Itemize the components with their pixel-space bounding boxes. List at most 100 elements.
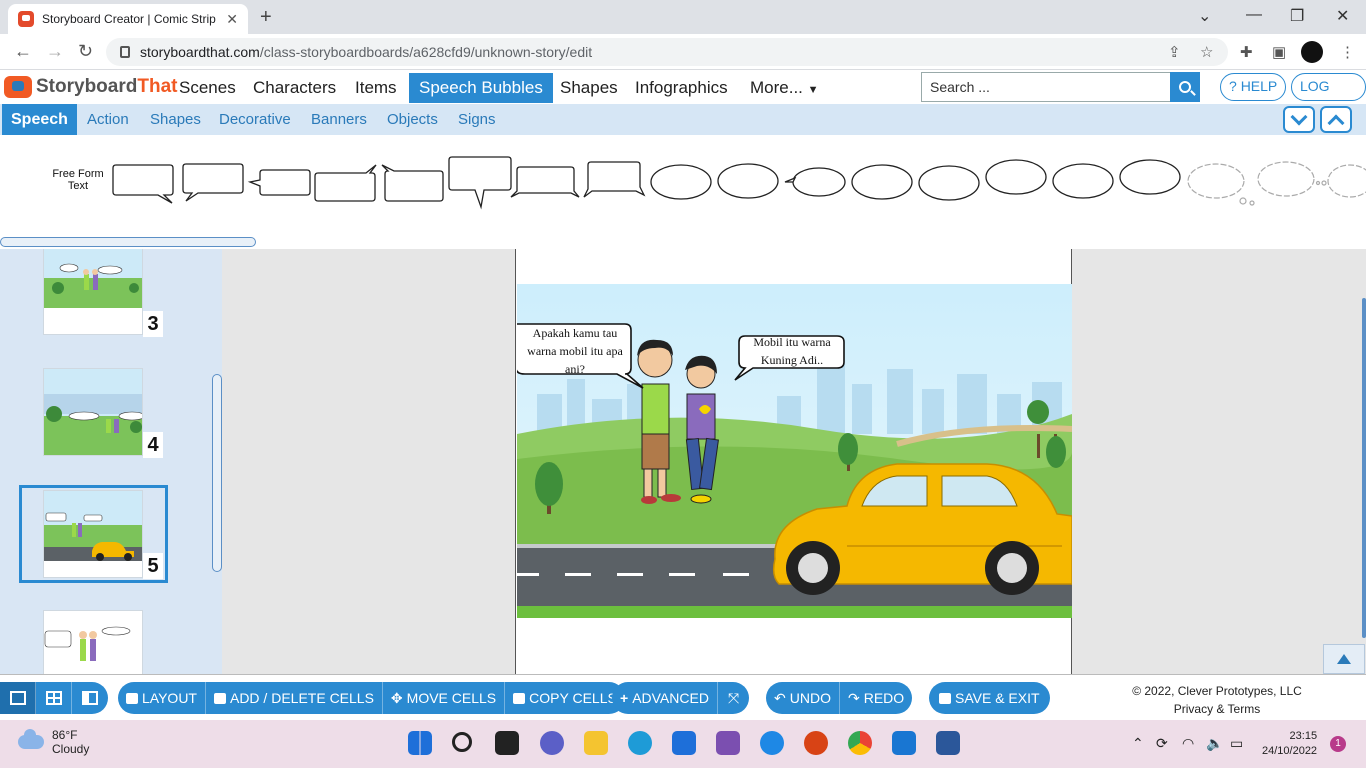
layout-button[interactable]: LAYOUT bbox=[118, 682, 206, 714]
help-button[interactable]: ? HELP bbox=[1220, 73, 1287, 101]
new-tab-icon[interactable]: + bbox=[260, 6, 272, 29]
search-button[interactable] bbox=[1170, 72, 1200, 102]
nav-characters[interactable]: Characters bbox=[243, 74, 346, 102]
nav-shapes[interactable]: Shapes bbox=[550, 74, 628, 102]
thought-cloud-1[interactable] bbox=[1187, 163, 1255, 206]
rect-bubble-tail-top-right[interactable] bbox=[314, 164, 377, 202]
fullscreen-button[interactable]: ⤧ bbox=[718, 682, 749, 714]
cell-thumbnail-6[interactable] bbox=[43, 610, 143, 674]
single-column-layout-button[interactable] bbox=[0, 682, 36, 714]
collapse-up-button[interactable] bbox=[1320, 106, 1352, 133]
copy-cells-button[interactable]: COPY CELLS bbox=[505, 682, 625, 714]
save-exit-button[interactable]: SAVE & EXIT bbox=[929, 682, 1050, 714]
rect-bubble-tail-bottom-right[interactable] bbox=[112, 164, 174, 204]
word-icon[interactable] bbox=[936, 731, 960, 755]
cells-panel-scrollbar[interactable] bbox=[212, 374, 222, 572]
storyboardthat-logo[interactable]: Storyboard That bbox=[4, 76, 177, 98]
close-window-icon[interactable]: ✕ bbox=[1336, 6, 1349, 26]
tab-banners[interactable]: Banners bbox=[302, 104, 376, 135]
speech-bubble-right-text[interactable]: Mobil itu warna Kuning Adi.. bbox=[741, 333, 843, 369]
rect-bubble-tail-bottom-left[interactable] bbox=[182, 163, 244, 202]
thought-cloud-2[interactable] bbox=[1257, 161, 1315, 197]
tab-decorative[interactable]: Decorative bbox=[210, 104, 300, 135]
nav-scenes[interactable]: Scenes bbox=[169, 74, 246, 102]
chat-icon[interactable] bbox=[540, 731, 564, 755]
collapse-down-button[interactable] bbox=[1283, 106, 1315, 133]
redo-button[interactable]: ↷ REDO bbox=[840, 682, 912, 714]
tray-overflow-icon[interactable]: ⌃ bbox=[1132, 735, 1144, 752]
nav-speech-bubbles[interactable]: Speech Bubbles bbox=[409, 73, 553, 103]
oval-bubble-tail-left[interactable] bbox=[784, 167, 846, 197]
volume-icon[interactable]: 🔈 bbox=[1206, 735, 1223, 752]
system-clock[interactable]: 23:15 24/10/2022 bbox=[1262, 729, 1317, 759]
rect-bubble-tail-top-left[interactable] bbox=[381, 164, 444, 202]
cell-thumbnail-4[interactable] bbox=[43, 368, 143, 456]
share-icon[interactable]: ⇪ bbox=[1168, 43, 1181, 61]
rect-bubble-flare-bottom-2[interactable] bbox=[583, 161, 646, 198]
canvas-vertical-scrollbar[interactable] bbox=[1362, 298, 1366, 638]
oval-bubble-6[interactable] bbox=[1052, 163, 1114, 199]
tab-speech[interactable]: Speech bbox=[2, 104, 77, 135]
file-explorer-icon[interactable] bbox=[584, 731, 608, 755]
chrome-icon[interactable] bbox=[848, 731, 872, 755]
oval-bubble-1[interactable] bbox=[650, 164, 712, 200]
add-delete-cells-button[interactable]: ADD / DELETE CELLS bbox=[206, 682, 383, 714]
scroll-to-top-button[interactable] bbox=[1323, 644, 1365, 674]
notification-badge[interactable]: 1 bbox=[1330, 736, 1346, 752]
tab-search-icon[interactable]: ⌄ bbox=[1198, 6, 1211, 26]
oval-bubble-4[interactable] bbox=[918, 165, 980, 201]
close-tab-icon[interactable]: ✕ bbox=[226, 11, 238, 28]
minimize-icon[interactable]: — bbox=[1246, 6, 1262, 24]
sync-icon[interactable]: ⟳ bbox=[1156, 735, 1168, 752]
help-app-icon[interactable] bbox=[760, 731, 784, 755]
battery-icon[interactable]: ▭ bbox=[1230, 735, 1243, 752]
oval-bubble-5[interactable] bbox=[985, 159, 1047, 195]
grid-layout-button[interactable] bbox=[36, 682, 72, 714]
search-input[interactable]: Search ... bbox=[921, 72, 1171, 102]
nav-infographics[interactable]: Infographics bbox=[625, 74, 738, 102]
back-icon[interactable]: ← bbox=[14, 41, 32, 62]
cell-thumbnail-3[interactable] bbox=[43, 249, 143, 335]
store-icon[interactable] bbox=[672, 731, 696, 755]
forward-icon[interactable]: → bbox=[46, 41, 64, 62]
menu-icon[interactable]: ⋮ bbox=[1340, 43, 1355, 61]
photos-icon[interactable] bbox=[892, 731, 916, 755]
nav-items[interactable]: Items bbox=[345, 74, 407, 102]
maximize-icon[interactable]: ❐ bbox=[1290, 6, 1304, 26]
cell-thumbnail-5[interactable] bbox=[43, 490, 143, 578]
tab-objects[interactable]: Objects bbox=[378, 104, 447, 135]
search-taskbar-icon[interactable] bbox=[452, 732, 472, 752]
browser-tab[interactable]: Storyboard Creator | Comic Strip ✕ bbox=[8, 4, 248, 34]
tab-signs[interactable]: Signs bbox=[449, 104, 505, 135]
reload-icon[interactable]: ↻ bbox=[78, 41, 93, 62]
move-cells-button[interactable]: ✥ MOVE CELLS bbox=[383, 682, 506, 714]
undo-button[interactable]: ↶ UNDO bbox=[766, 682, 840, 714]
address-bar[interactable]: storyboardthat.com/class-storyboardboard… bbox=[106, 38, 1228, 66]
filmstrip-layout-button[interactable] bbox=[72, 682, 108, 714]
side-panel-icon[interactable]: ▣ bbox=[1272, 43, 1286, 61]
storyboard-scene[interactable]: Apakah kamu tau warna mobil itu apa ani?… bbox=[517, 284, 1072, 618]
rect-bubble-tail-bottom[interactable] bbox=[448, 156, 512, 210]
oval-bubble-3[interactable] bbox=[851, 164, 913, 200]
tab-shapes[interactable]: Shapes bbox=[141, 104, 210, 135]
start-icon[interactable] bbox=[408, 731, 432, 755]
palette-horizontal-scrollbar[interactable] bbox=[0, 237, 256, 247]
tab-action[interactable]: Action bbox=[78, 104, 138, 135]
extensions-icon[interactable]: ✚ bbox=[1240, 43, 1253, 61]
bookmark-star-icon[interactable]: ☆ bbox=[1200, 43, 1213, 61]
rect-bubble-flare-bottom[interactable] bbox=[510, 166, 580, 198]
advanced-button[interactable]: + ADVANCED bbox=[612, 682, 718, 714]
weather-widget[interactable]: 86°F Cloudy bbox=[18, 728, 89, 756]
oval-bubble-7[interactable] bbox=[1119, 159, 1181, 195]
thought-cloud-3[interactable] bbox=[1315, 164, 1366, 198]
task-view-icon[interactable] bbox=[495, 731, 519, 755]
app-icon[interactable] bbox=[716, 731, 740, 755]
profile-avatar[interactable] bbox=[1301, 41, 1323, 63]
nav-more[interactable]: More... ▼ bbox=[740, 74, 829, 102]
privacy-terms-link[interactable]: Privacy & Terms bbox=[1112, 700, 1322, 718]
wifi-icon[interactable]: ◠ bbox=[1182, 735, 1194, 752]
edge-icon[interactable] bbox=[628, 731, 652, 755]
rect-bubble-tail-left[interactable] bbox=[247, 169, 311, 196]
speech-bubble-left-text[interactable]: Apakah kamu tau warna mobil itu apa ani? bbox=[521, 324, 629, 378]
oval-bubble-2[interactable] bbox=[717, 163, 779, 199]
